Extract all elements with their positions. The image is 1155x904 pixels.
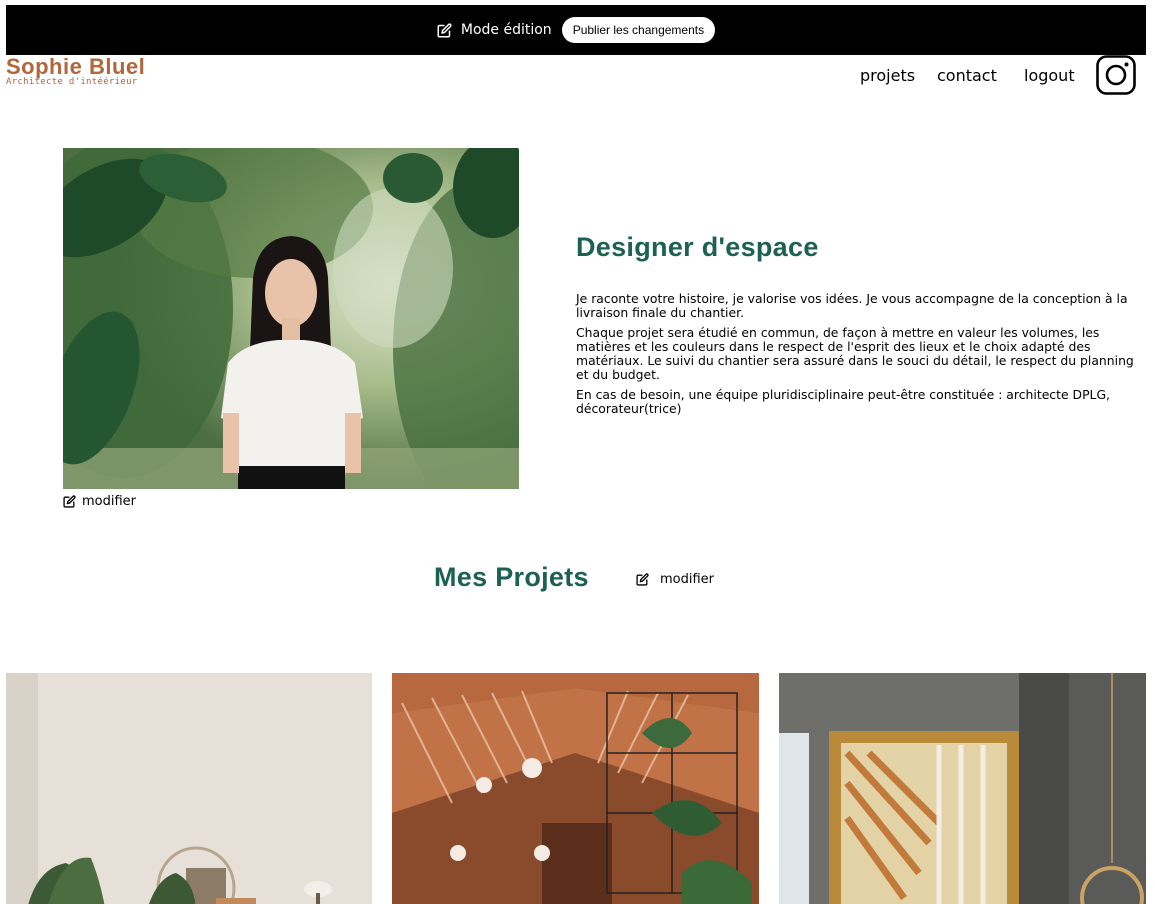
intro-paragraph: Chaque projet sera étudié en commun, de … <box>576 325 1134 382</box>
publish-changes-button[interactable]: Publier les changements <box>561 17 716 43</box>
intro-title: Designer d'espace <box>576 232 819 262</box>
edit-mode-bar: Mode édition Publier les changements <box>6 5 1146 55</box>
projects-modify-label: modifier <box>660 572 715 587</box>
gallery-item[interactable] <box>779 673 1146 904</box>
nav-item-contact[interactable]: contact <box>937 66 997 85</box>
intro-paragraph: Je raconte votre histoire, je valorise v… <box>576 291 1128 320</box>
edit-mode-indicator: Mode édition <box>437 22 552 38</box>
intro-paragraph: En cas de besoin, une équipe pluridiscip… <box>576 387 1111 416</box>
gallery-item[interactable] <box>6 673 372 904</box>
projects-title: Mes Projets <box>434 562 589 592</box>
edit-icon <box>636 573 649 586</box>
main-nav: projets contact logout <box>0 55 1155 95</box>
intro-description: Je raconte votre histoire, je valorise v… <box>576 292 1148 422</box>
gallery-item[interactable] <box>392 673 759 904</box>
architect-portrait-photo <box>63 148 519 489</box>
edit-mode-label: Mode édition <box>460 22 552 38</box>
instagram-icon[interactable] <box>1096 55 1136 95</box>
edit-icon <box>63 495 76 508</box>
edit-icon <box>437 22 452 37</box>
projects-modify-button[interactable]: modifier <box>636 572 714 587</box>
intro-modify-button[interactable]: modifier <box>63 494 136 509</box>
nav-item-logout[interactable]: logout <box>1024 66 1075 85</box>
nav-item-projets[interactable]: projets <box>860 66 915 85</box>
intro-modify-label: modifier <box>82 494 137 509</box>
